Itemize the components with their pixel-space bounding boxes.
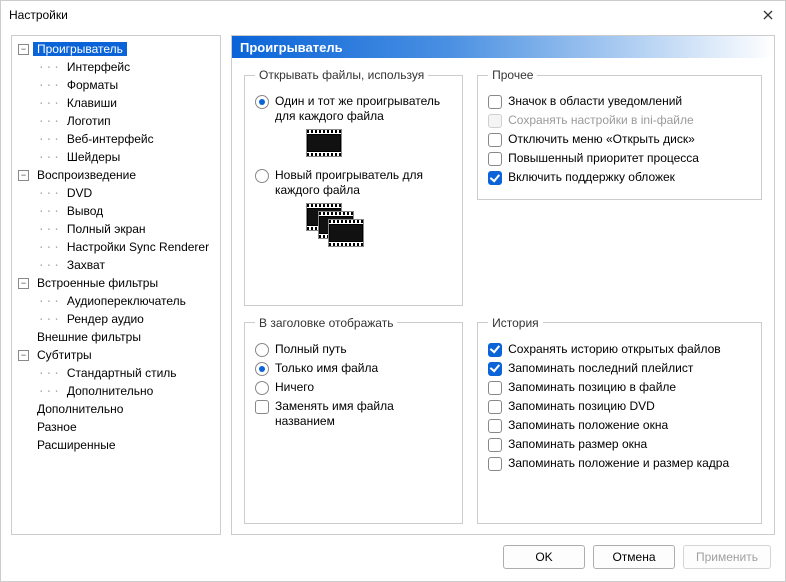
checkbox-icon: [488, 343, 502, 357]
checkbox-icon: [488, 171, 502, 185]
tree-item-playback[interactable]: − Воспроизведение: [14, 166, 218, 184]
check-cover-art[interactable]: Включить поддержку обложек: [488, 170, 751, 185]
tree-item-internal-filters[interactable]: − Встроенные фильтры: [14, 274, 218, 292]
tree-item-output[interactable]: ···Вывод: [14, 202, 218, 220]
check-disable-open-disc[interactable]: Отключить меню «Открыть диск»: [488, 132, 751, 147]
tree-item-default-style[interactable]: ···Стандартный стиль: [14, 364, 218, 382]
group-other: Прочее Значок в области уведомлений Сохр…: [477, 68, 762, 200]
check-remember-window-pos[interactable]: Запоминать положение окна: [488, 418, 751, 433]
tree-item-audioswitcher[interactable]: ···Аудиопереключатель: [14, 292, 218, 310]
radio-full-path[interactable]: Полный путь: [255, 342, 452, 357]
dialog-body: − Проигрыватель ···Интерфейс ···Форматы …: [1, 29, 785, 535]
group-history: История Сохранять историю открытых файло…: [477, 316, 762, 525]
section-body: Открывать файлы, используя Один и тот же…: [232, 58, 774, 534]
check-high-priority[interactable]: Повышенный приоритет процесса: [488, 151, 751, 166]
radio-icon: [255, 362, 269, 376]
radio-icon: [255, 95, 269, 109]
close-icon: [763, 10, 773, 20]
checkbox-icon: [488, 438, 502, 452]
apply-button: Применить: [683, 545, 771, 569]
check-keep-history[interactable]: Сохранять историю открытых файлов: [488, 342, 751, 357]
group-legend: Открывать файлы, используя: [255, 68, 428, 82]
check-remember-window-size[interactable]: Запоминать размер окна: [488, 437, 751, 452]
checkbox-icon: [488, 114, 502, 128]
tree-item-shaders[interactable]: ···Шейдеры: [14, 148, 218, 166]
radio-same-player[interactable]: Один и тот же проигрыватель для каждого …: [255, 94, 452, 124]
collapse-icon[interactable]: −: [18, 278, 29, 289]
tree-item-logo[interactable]: ···Логотип: [14, 112, 218, 130]
check-tray-icon[interactable]: Значок в области уведомлений: [488, 94, 751, 109]
checkbox-icon: [255, 400, 269, 414]
check-remember-playlist[interactable]: Запоминать последний плейлист: [488, 361, 751, 376]
titlebar: Настройки: [1, 1, 785, 29]
section-title: Проигрыватель: [240, 40, 343, 55]
checkbox-icon: [488, 400, 502, 414]
collapse-icon[interactable]: −: [18, 350, 29, 361]
check-replace-filename[interactable]: Заменять имя файла названием: [255, 399, 452, 429]
settings-window: Настройки − Проигрыватель ···Интерфейс ·…: [0, 0, 786, 582]
radio-icon: [255, 343, 269, 357]
ok-button[interactable]: OK: [503, 545, 585, 569]
radio-new-player[interactable]: Новый проигрыватель для каждого файла: [255, 168, 452, 198]
tree-item-audiorenderer[interactable]: ···Рендер аудио: [14, 310, 218, 328]
radio-icon: [255, 169, 269, 183]
group-open-files: Открывать файлы, используя Один и тот же…: [244, 68, 463, 306]
filmstrip-stack-icon: [307, 204, 357, 244]
checkbox-icon: [488, 95, 502, 109]
radio-nothing[interactable]: Ничего: [255, 380, 452, 395]
category-tree[interactable]: − Проигрыватель ···Интерфейс ···Форматы …: [11, 35, 221, 535]
group-legend: История: [488, 316, 543, 330]
tree-item-misc[interactable]: ···Дополнительно: [14, 382, 218, 400]
group-legend: Прочее: [488, 68, 537, 82]
section-header: Проигрыватель: [232, 36, 774, 58]
content-panel: Проигрыватель Открывать файлы, используя…: [231, 35, 775, 535]
tree-item-advanced[interactable]: Расширенные: [14, 436, 218, 454]
tree-item-fullscreen[interactable]: ···Полный экран: [14, 220, 218, 238]
tree-item-interface[interactable]: ···Интерфейс: [14, 58, 218, 76]
tree-item-misc2[interactable]: Разное: [14, 418, 218, 436]
tree-item-subtitles[interactable]: − Субтитры: [14, 346, 218, 364]
tree-item-sync-renderer[interactable]: ···Настройки Sync Renderer: [14, 238, 218, 256]
radio-file-name[interactable]: Только имя файла: [255, 361, 452, 376]
tree-item-tweaks[interactable]: Дополнительно: [14, 400, 218, 418]
collapse-icon[interactable]: −: [18, 44, 29, 55]
group-titlebar: В заголовке отображать Полный путь Тольк…: [244, 316, 463, 525]
check-remember-file-pos[interactable]: Запоминать позицию в файле: [488, 380, 751, 395]
checkbox-icon: [488, 133, 502, 147]
tree-item-formats[interactable]: ···Форматы: [14, 76, 218, 94]
checkbox-icon: [488, 457, 502, 471]
cancel-button[interactable]: Отмена: [593, 545, 675, 569]
close-button[interactable]: [759, 6, 777, 24]
tree-item-dvd[interactable]: ···DVD: [14, 184, 218, 202]
checkbox-icon: [488, 419, 502, 433]
tree-item-player[interactable]: − Проигрыватель: [14, 40, 218, 58]
tree-item-webui[interactable]: ···Веб-интерфейс: [14, 130, 218, 148]
radio-icon: [255, 381, 269, 395]
checkbox-icon: [488, 362, 502, 376]
group-legend: В заголовке отображать: [255, 316, 397, 330]
button-bar: OK Отмена Применить: [1, 535, 785, 581]
check-remember-pns[interactable]: Запоминать положение и размер кадра: [488, 456, 751, 471]
window-title: Настройки: [9, 8, 68, 22]
checkbox-icon: [488, 381, 502, 395]
tree-item-keys[interactable]: ···Клавиши: [14, 94, 218, 112]
checkbox-icon: [488, 152, 502, 166]
collapse-icon[interactable]: −: [18, 170, 29, 181]
check-remember-dvd-pos[interactable]: Запоминать позицию DVD: [488, 399, 751, 414]
filmstrip-icon: [307, 130, 452, 156]
tree-item-external-filters[interactable]: Внешние фильтры: [14, 328, 218, 346]
tree-item-capture[interactable]: ···Захват: [14, 256, 218, 274]
check-ini-file: Сохранять настройки в ini-файле: [488, 113, 751, 128]
